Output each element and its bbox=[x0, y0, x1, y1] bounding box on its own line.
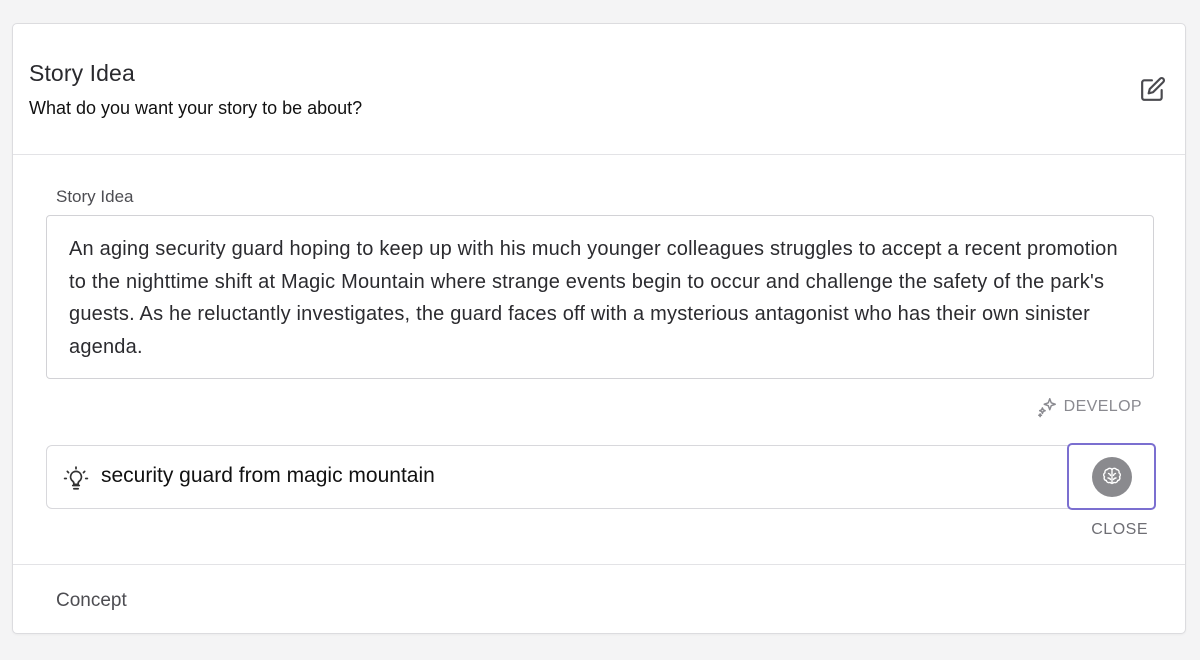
section-divider bbox=[13, 564, 1185, 565]
develop-button[interactable]: DEVELOP bbox=[1036, 396, 1142, 418]
prompt-field bbox=[46, 445, 1156, 509]
prompt-input[interactable] bbox=[101, 464, 1001, 488]
develop-label: DEVELOP bbox=[1063, 398, 1142, 415]
lightbulb-icon bbox=[63, 466, 89, 490]
sparkles-icon bbox=[1037, 398, 1056, 418]
brain-icon-circle bbox=[1091, 456, 1132, 497]
brain-icon bbox=[1102, 467, 1121, 484]
edit-button[interactable] bbox=[1138, 74, 1168, 104]
close-button[interactable]: CLOSE bbox=[1091, 521, 1148, 539]
card-subtitle: What do you want your story to be about? bbox=[29, 98, 363, 118]
story-idea-card: Story Idea What do you want your story t… bbox=[12, 23, 1186, 634]
edit-pencil-icon bbox=[1141, 77, 1165, 101]
concept-section-label[interactable]: Concept bbox=[56, 590, 127, 612]
card-title: Story Idea bbox=[29, 60, 135, 86]
brain-generate-button[interactable] bbox=[1067, 443, 1156, 510]
story-idea-label: Story Idea bbox=[56, 187, 134, 206]
card-header: Story Idea What do you want your story t… bbox=[13, 24, 1185, 155]
story-idea-textarea[interactable]: An aging security guard hoping to keep u… bbox=[46, 215, 1154, 379]
